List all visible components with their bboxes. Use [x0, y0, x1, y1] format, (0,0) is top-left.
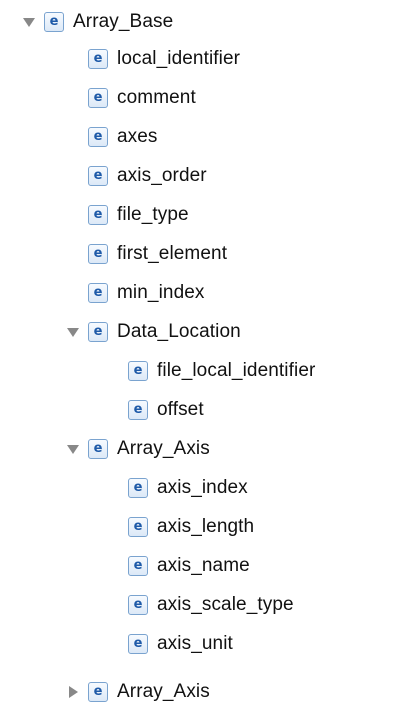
element-icon: e — [128, 634, 148, 654]
tree-node-label: Array_Axis — [117, 681, 210, 702]
element-tree: e Array_Base e local_identifier e commen… — [0, 0, 404, 704]
tree-node-axis-unit[interactable]: e axis_unit — [128, 624, 233, 664]
tree-node-label: axis_scale_type — [157, 594, 294, 615]
tree-node-label: axis_length — [157, 516, 255, 537]
tree-node-label: axis_order — [117, 165, 207, 186]
tree-node-label: Array_Axis — [117, 438, 210, 459]
tree-node-offset[interactable]: e offset — [128, 390, 204, 430]
tree-node-first-element[interactable]: e first_element — [88, 234, 227, 274]
element-icon: e — [88, 244, 108, 264]
disclosure-expanded-icon[interactable] — [22, 15, 36, 29]
tree-node-local-identifier[interactable]: e local_identifier — [88, 39, 240, 79]
element-icon: e — [128, 517, 148, 537]
disclosure-collapsed-icon[interactable] — [66, 685, 80, 699]
element-icon: e — [88, 49, 108, 69]
element-icon: e — [88, 205, 108, 225]
element-icon: e — [128, 361, 148, 381]
element-icon: e — [128, 595, 148, 615]
tree-node-label: local_identifier — [117, 48, 241, 69]
tree-node-comment[interactable]: e comment — [88, 78, 196, 118]
element-icon: e — [88, 322, 108, 342]
disclosure-expanded-icon[interactable] — [66, 325, 80, 339]
element-icon: e — [128, 556, 148, 576]
tree-node-axis-scale-type[interactable]: e axis_scale_type — [128, 585, 294, 625]
element-icon: e — [44, 12, 64, 32]
tree-node-array-axis-collapsed[interactable]: e Array_Axis — [66, 672, 210, 704]
tree-node-label: axes — [117, 126, 158, 147]
tree-node-label: comment — [117, 87, 196, 108]
tree-node-label: min_index — [117, 282, 205, 303]
element-icon: e — [88, 166, 108, 186]
tree-node-label: axis_name — [157, 555, 250, 576]
tree-node-array-base[interactable]: e Array_Base — [22, 2, 173, 42]
tree-node-label: offset — [157, 399, 204, 420]
tree-node-label: first_element — [117, 243, 228, 264]
element-icon: e — [128, 400, 148, 420]
tree-node-axis-length[interactable]: e axis_length — [128, 507, 254, 547]
tree-node-axis-order[interactable]: e axis_order — [88, 156, 207, 196]
tree-node-file-type[interactable]: e file_type — [88, 195, 189, 235]
tree-node-label: axis_unit — [157, 633, 233, 654]
element-icon: e — [88, 682, 108, 702]
tree-node-file-local-identifier[interactable]: e file_local_identifier — [128, 351, 315, 391]
tree-node-label: Array_Base — [73, 11, 174, 32]
element-icon: e — [88, 127, 108, 147]
tree-node-array-axis[interactable]: e Array_Axis — [66, 429, 210, 469]
tree-node-axis-name[interactable]: e axis_name — [128, 546, 250, 586]
tree-node-axes[interactable]: e axes — [88, 117, 158, 157]
tree-node-label: axis_index — [157, 477, 248, 498]
element-icon: e — [88, 283, 108, 303]
disclosure-expanded-icon[interactable] — [66, 442, 80, 456]
tree-node-min-index[interactable]: e min_index — [88, 273, 205, 313]
element-icon: e — [88, 88, 108, 108]
element-icon: e — [128, 478, 148, 498]
tree-node-label: file_local_identifier — [157, 360, 316, 381]
tree-node-data-location[interactable]: e Data_Location — [66, 312, 241, 352]
element-icon: e — [88, 439, 108, 459]
tree-node-label: file_type — [117, 204, 189, 225]
tree-node-label: Data_Location — [117, 321, 241, 342]
tree-node-axis-index[interactable]: e axis_index — [128, 468, 248, 508]
